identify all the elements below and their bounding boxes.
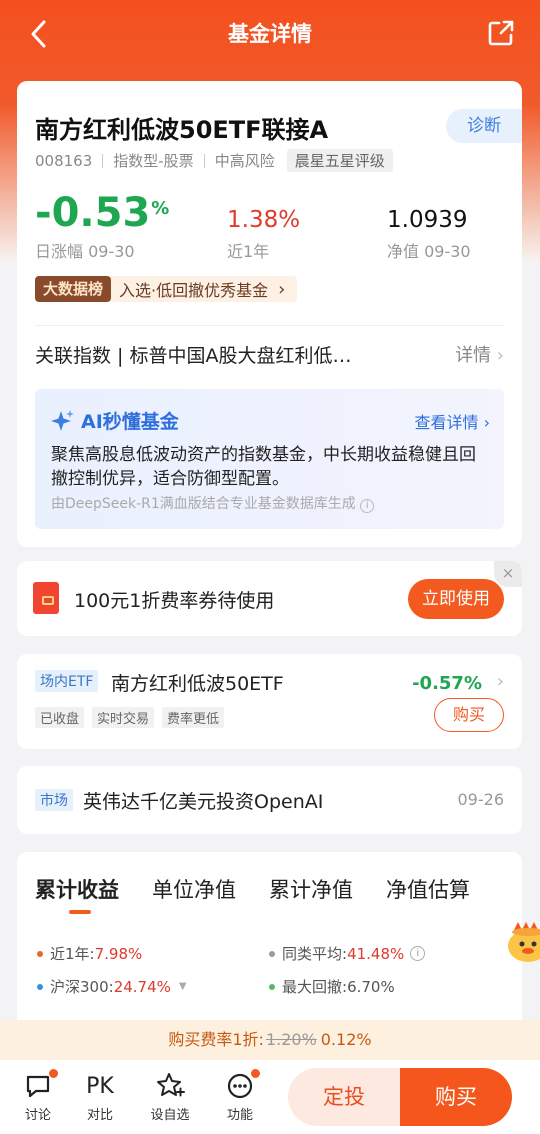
info-icon[interactable]: i [410,946,426,961]
use-coupon-button[interactable]: 立即使用 [408,579,504,619]
legend-dot [269,983,275,990]
etf-tag-lowfee: 费率更低 [162,707,225,728]
divider [35,325,504,326]
market-news-card[interactable]: 市场 英伟达千亿美元投资OpenAI 09-26 [17,766,522,834]
new-fee: 0.12% [320,1030,372,1049]
chevron-right-icon: › [278,278,286,300]
daily-change-stat: -0.53% 日涨幅 09-30 [35,191,169,262]
ai-more-link[interactable]: 查看详情 › [415,409,491,433]
fund-summary-card: 南方红利低波50ETF联接A 诊断 008163 指数型-股票 中高风险 晨星五… [17,81,522,547]
mascot-icon[interactable] [504,916,540,966]
related-index-detail-link[interactable]: 详情 › [455,341,504,367]
notification-dot [250,1068,261,1079]
fund-code: 008163 [35,151,93,170]
year-return-label: 近1年 [227,242,270,261]
caret-down-icon[interactable]: ▼ [179,981,187,992]
nav-discuss[interactable]: 讨论 [15,1068,61,1123]
fund-name: 南方红利低波50ETF联接A [35,116,329,144]
market-news-title: 英伟达千亿美元投资OpenAI [83,791,324,813]
old-fee: 1.20% [265,1030,317,1049]
daily-change-value: -0.53 [35,190,151,236]
page-title: 基金详情 [228,22,312,46]
chevron-right-icon: › [496,671,504,692]
tab-cumulative-return[interactable]: 累计收益 [35,874,119,914]
performance-tabs: 累计收益 单位净值 累计净值 净值估算 [35,874,522,914]
legend-dot [37,950,43,957]
fund-risk: 中高风险 [214,152,275,170]
sparkle-icon [51,409,74,431]
etf-tag-realtime: 实时交易 [92,707,155,728]
chevron-right-icon: › [496,345,504,366]
rank-text: 入选·低回撤优秀基金 [119,281,269,300]
legend-dot [269,950,275,957]
daily-change-label: 日涨幅 09-30 [35,242,135,261]
divider [102,153,104,168]
ai-title: AI秒懂基金 [51,407,179,434]
legend-max-drawdown: 最大回撤: 6.70% [269,976,395,997]
auto-invest-button[interactable]: 定投 [288,1068,400,1126]
tab-nav-estimate[interactable]: 净值估算 [386,874,470,904]
tab-unit-nav[interactable]: 单位净值 [152,874,236,904]
etf-card[interactable]: 场内ETF 南方红利低波50ETF -0.57% › 已收盘 实时交易 费率更低… [17,654,522,749]
etf-tag: 场内ETF [35,670,99,692]
etf-tag-closed: 已收盘 [35,707,85,728]
legend-hs300[interactable]: 沪深300: 24.74% ▼ [37,976,187,997]
fund-meta: 008163 指数型-股票 中高风险 晨星五星评级 [35,149,393,172]
year-return-stat: 1.38% 近1年 [227,191,300,262]
etf-buy-button[interactable]: 购买 [434,698,504,732]
nav-stat: 1.0939 净值 09-30 [387,191,471,262]
coupon-card: 100元1折费率券待使用 立即使用 × [17,561,522,636]
nav-label: 净值 09-30 [387,242,471,261]
red-envelope-icon [33,582,59,614]
notification-dot [48,1068,59,1079]
close-icon[interactable]: × [494,561,522,587]
etf-name: 南方红利低波50ETF [111,673,284,695]
star-plus-icon [157,1073,185,1097]
legend-fund-year: 近1年: 7.98% [37,943,142,964]
top-bar: 基金详情 [0,0,540,66]
related-index-row[interactable]: 关联指数 | 标普中国A股大盘红利低… 详情 › [35,341,504,371]
etf-tags: 已收盘 实时交易 费率更低 [35,707,232,728]
daily-change-unit: % [151,198,170,219]
nav-compare[interactable]: PK 对比 [77,1070,123,1124]
legend-peer-average: 同类平均: 41.48% i [269,943,426,964]
diagnose-button[interactable]: 诊断 [446,109,522,143]
nav-value: 1.0939 [387,207,468,233]
info-icon[interactable]: i [360,499,375,513]
divider [203,153,205,168]
related-index-label: 关联指数 | 标普中国A股大盘红利低… [35,345,352,367]
fee-discount-banner: 购买费率1折: 1.20% 0.12% [0,1020,540,1060]
nav-functions[interactable]: 功能 [217,1068,263,1123]
rank-tag: 大数据榜 [35,276,112,302]
share-icon[interactable] [486,18,516,48]
ai-summary-box: AI秒懂基金 查看详情 › 聚焦高股息低波动资产的指数基金，中长期收益稳健且回撤… [35,389,504,529]
etf-change: -0.57% [412,673,482,694]
nav-add-watchlist[interactable]: 设自选 [147,1070,193,1123]
year-return-value: 1.38% [227,207,301,233]
coupon-text: 100元1折费率券待使用 [74,590,275,612]
pk-icon: PK [86,1073,114,1099]
market-tag: 市场 [35,789,73,811]
big-data-rank-banner[interactable]: 大数据榜 入选·低回撤优秀基金 › [35,276,298,302]
legend-dot [37,983,43,990]
buy-button[interactable]: 购买 [400,1068,512,1126]
bottom-action-bar: 讨论 PK 对比 设自选 功能 定投 购买 [0,1060,540,1134]
fund-type: 指数型-股票 [113,152,194,170]
ai-summary-text: 聚焦高股息低波动资产的指数基金，中长期收益稳健且回撤控制优异，适合防御型配置。 [51,445,476,489]
market-news-date: 09-26 [457,790,505,809]
tab-cumulative-nav[interactable]: 累计净值 [269,874,353,904]
morningstar-rating-badge[interactable]: 晨星五星评级 [286,149,393,172]
ai-source-note: 由DeepSeek-R1满血版结合专业基金数据库生成 i [51,493,375,513]
